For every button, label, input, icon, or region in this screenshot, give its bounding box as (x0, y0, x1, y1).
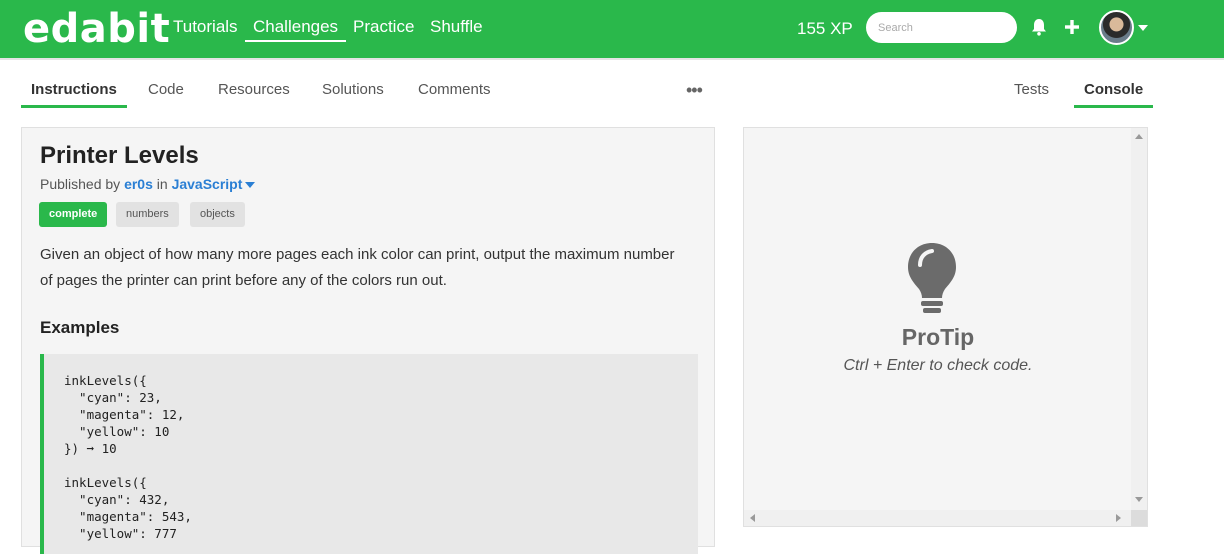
challenge-title: Printer Levels (40, 142, 199, 169)
nav-challenges[interactable]: Challenges (245, 17, 347, 42)
more-options-icon[interactable]: ••• (686, 80, 703, 101)
language-link[interactable]: JavaScript (172, 176, 243, 192)
console-panel: ProTip Ctrl + Enter to check code. (743, 127, 1148, 527)
scroll-up-icon[interactable] (1135, 134, 1143, 139)
xp-counter: 155 XP (797, 19, 853, 38)
tab-comments[interactable]: Comments (408, 81, 501, 108)
tab-code[interactable]: Code (138, 81, 194, 108)
tag-complete[interactable]: complete (39, 202, 108, 227)
scrollbar-corner (1131, 510, 1147, 526)
tab-solutions[interactable]: Solutions (312, 81, 394, 108)
example-code-block: inkLevels({ "cyan": 23, "magenta": 12, "… (40, 354, 698, 554)
avatar[interactable] (1099, 10, 1134, 45)
author-link[interactable]: er0s (124, 176, 153, 192)
examples-heading: Examples (40, 318, 120, 337)
nav-tutorials[interactable]: Tutorials (165, 17, 246, 42)
scroll-right-icon[interactable] (1116, 514, 1121, 522)
logo[interactable]: edabit (23, 6, 170, 52)
plus-icon[interactable] (1065, 20, 1079, 39)
tag-objects[interactable]: objects (190, 202, 245, 227)
published-line: Published by er0s in JavaScript (40, 176, 256, 192)
tab-instructions[interactable]: Instructions (21, 81, 127, 108)
protip-text: Ctrl + Enter to check code. (843, 357, 1033, 374)
tab-console[interactable]: Console (1074, 81, 1154, 108)
chevron-down-icon[interactable] (1138, 25, 1148, 31)
in-word: in (156, 176, 168, 192)
tab-resources[interactable]: Resources (208, 81, 300, 108)
protip-title: ProTip (901, 324, 975, 350)
top-navbar: edabit Tutorials Challenges Practice Shu… (0, 0, 1224, 60)
challenge-description: Given an object of how many more pages e… (40, 246, 675, 289)
bell-icon[interactable] (1031, 18, 1047, 41)
scroll-down-icon[interactable] (1135, 497, 1143, 502)
chevron-down-icon[interactable] (245, 182, 256, 189)
nav-shuffle[interactable]: Shuffle (422, 17, 491, 42)
tab-tests[interactable]: Tests (1004, 81, 1059, 108)
instructions-panel: Printer Levels Published by er0s in Java… (21, 127, 715, 554)
lightbulb-icon (906, 241, 958, 320)
horizontal-scrollbar[interactable] (744, 510, 1132, 526)
search-input[interactable] (866, 12, 1017, 43)
published-prefix: Published by (40, 176, 121, 192)
vertical-scrollbar[interactable] (1131, 128, 1147, 511)
scroll-left-icon[interactable] (750, 514, 755, 522)
tag-numbers[interactable]: numbers (116, 202, 179, 227)
nav-practice[interactable]: Practice (345, 17, 422, 42)
